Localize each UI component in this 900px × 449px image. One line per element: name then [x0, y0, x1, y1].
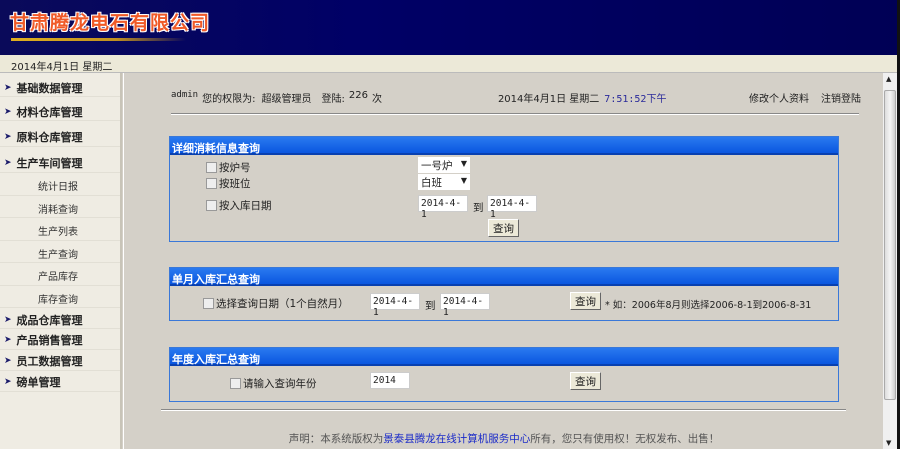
header-banner: 甘肃腾龙电石有限公司 — [0, 0, 900, 55]
detail-consumption-panel: 详细消耗信息查询 按炉号 按班位 按入库日期 一号炉 ▼ 白班 ▼ 2014-4-1… — [169, 136, 839, 242]
to-label: 到 — [425, 300, 436, 312]
current-time: 7:51:52下午 — [604, 94, 667, 105]
arrow-icon: ➤ — [4, 131, 12, 142]
sidebar-item-raw-warehouse[interactable]: ➤ 原料仓库管理 — [0, 121, 120, 147]
login-unit: 次 — [371, 94, 382, 105]
arrow-icon: ➤ — [4, 82, 12, 93]
checkbox[interactable] — [206, 178, 217, 189]
sidebar-item-finished-warehouse[interactable]: ➤ 成品仓库管理 — [0, 308, 120, 329]
sidebar-item-workshop[interactable]: ➤ 生产车间管理 — [0, 147, 120, 173]
checkbox[interactable] — [230, 378, 241, 389]
sidebar-sub-production-list[interactable]: 生产列表 — [0, 218, 120, 241]
scrollbar-thumb[interactable] — [884, 90, 896, 400]
by-date-checkbox[interactable]: 按入库日期 — [206, 198, 272, 213]
checkbox-label: 请输入查询年份 — [243, 378, 317, 390]
sidebar-item-material-warehouse[interactable]: ➤ 材料仓库管理 — [0, 97, 120, 121]
sidebar-sub-stock-query[interactable]: 库存查询 — [0, 286, 120, 308]
main-content: admin 您的权限为: 超级管理员 登陆: 226 次 2014年4月1日 星… — [123, 73, 883, 449]
user-info-bar: admin 您的权限为: 超级管理员 登陆: 226 次 2014年4月1日 星… — [171, 90, 861, 105]
date-bar: 2014年4月1日 星期二 — [0, 55, 900, 73]
sidebar-item-weigh-bill[interactable]: ➤ 磅单管理 — [0, 371, 120, 392]
arrow-icon: ➤ — [4, 356, 12, 366]
sidebar-sub-product-stock[interactable]: 产品库存 — [0, 263, 120, 286]
chevron-down-icon: ▼ — [460, 159, 467, 168]
year-checkbox[interactable]: 请输入查询年份 — [230, 376, 317, 391]
logout-link[interactable]: 注销登陆 — [821, 90, 861, 105]
month-to-input[interactable]: 2014-4-1 — [440, 293, 490, 318]
by-furnace-checkbox[interactable]: 按炉号 — [206, 160, 251, 175]
checkbox-label: 按入库日期 — [219, 200, 272, 212]
shift-select[interactable]: 白班 ▼ — [418, 174, 470, 190]
arrow-icon: ➤ — [4, 157, 12, 168]
sidebar-item-basic-data[interactable]: ➤ 基础数据管理 — [0, 73, 120, 97]
sidebar: ➤ 基础数据管理 ➤ 材料仓库管理 ➤ 原料仓库管理 ➤ 生产车间管理 统计日报 消耗查… — [0, 73, 122, 449]
company-logo: 甘肃腾龙电石有限公司 — [10, 12, 211, 34]
checkbox-label: 选择查询日期（1个自然月） — [216, 298, 349, 310]
sidebar-label: 员工数据管理 — [16, 355, 83, 368]
checkbox[interactable] — [203, 298, 214, 309]
query-button[interactable]: 查询 — [570, 292, 601, 310]
query-button[interactable]: 查询 — [488, 219, 519, 237]
date-from-input[interactable]: 2014-4-1 — [418, 195, 468, 220]
select-value: 一号炉 — [421, 160, 453, 172]
sidebar-label: 磅单管理 — [16, 376, 61, 389]
query-button[interactable]: 查询 — [570, 372, 601, 390]
checkbox[interactable] — [206, 200, 217, 211]
vertical-scrollbar[interactable]: ▲ ▼ — [883, 73, 897, 449]
sidebar-item-sales[interactable]: ➤ 产品销售管理 — [0, 329, 120, 350]
footer-prefix: 声明：本系统版权为 — [288, 433, 384, 445]
arrow-icon: ➤ — [4, 106, 12, 117]
by-shift-checkbox[interactable]: 按班位 — [206, 176, 251, 191]
divider — [171, 113, 859, 115]
monthly-summary-panel: 单月入库汇总查询 选择查询日期（1个自然月） 2014-4-1 到 2014-4… — [169, 267, 839, 321]
provider-link[interactable]: 景泰县腾龙在线计算机服务中心 — [383, 433, 530, 445]
panel-title: 单月入库汇总查询 — [170, 268, 838, 286]
hint-text: * 如：2006年8月则选择2006-8-1到2006-8-31 — [605, 300, 812, 311]
logo-underline — [11, 38, 186, 41]
sidebar-label: 产品销售管理 — [16, 334, 83, 347]
sidebar-label: 生产车间管理 — [16, 156, 83, 170]
annual-summary-panel: 年度入库汇总查询 请输入查询年份 2014 查询 — [169, 347, 839, 402]
chevron-down-icon: ▼ — [460, 176, 467, 185]
panel-title: 详细消耗信息查询 — [170, 137, 838, 155]
sidebar-label: 成品仓库管理 — [16, 314, 83, 327]
scroll-up-icon[interactable]: ▲ — [886, 75, 891, 83]
edit-profile-link[interactable]: 修改个人资料 — [749, 90, 809, 105]
checkbox[interactable] — [206, 162, 217, 173]
role: 超级管理员 — [261, 94, 312, 105]
current-date: 2014年4月1日 星期二 — [497, 94, 600, 105]
sidebar-label: 原料仓库管理 — [16, 130, 83, 144]
checkbox-label: 按班位 — [219, 178, 251, 190]
to-label: 到 — [473, 202, 484, 214]
date-range-checkbox[interactable]: 选择查询日期（1个自然月） — [203, 296, 349, 311]
date-to-input[interactable]: 2014-4-1 — [487, 195, 537, 220]
sidebar-sub-daily-report[interactable]: 统计日报 — [0, 173, 120, 196]
scroll-down-icon[interactable]: ▼ — [886, 439, 891, 447]
footer-notice: 声明：本系统版权为景泰县腾龙在线计算机服务中心所有，您只有使用权！无权发布、出售… — [124, 431, 884, 446]
divider — [161, 409, 846, 411]
footer-suffix: 所有，您只有使用权！无权发布、出售！ — [530, 433, 720, 445]
year-input[interactable]: 2014 — [370, 372, 410, 389]
arrow-icon: ➤ — [4, 377, 12, 387]
arrow-icon: ➤ — [4, 315, 12, 325]
checkbox-label: 按炉号 — [219, 162, 251, 174]
sidebar-item-staff[interactable]: ➤ 员工数据管理 — [0, 350, 120, 371]
login-label: 登陆: — [321, 94, 345, 105]
sidebar-label: 基础数据管理 — [16, 81, 83, 95]
sidebar-label: 材料仓库管理 — [16, 105, 83, 119]
panel-title: 年度入库汇总查询 — [170, 348, 838, 366]
sidebar-sub-consumption-query[interactable]: 消耗查询 — [0, 196, 120, 218]
furnace-select[interactable]: 一号炉 ▼ — [418, 157, 470, 173]
select-value: 白班 — [421, 177, 442, 189]
sidebar-sub-production-query[interactable]: 生产查询 — [0, 241, 120, 263]
arrow-icon: ➤ — [4, 335, 12, 345]
perm-label: 您的权限为: — [202, 94, 256, 105]
username: admin — [171, 90, 199, 100]
login-count: 226 — [348, 90, 368, 101]
month-from-input[interactable]: 2014-4-1 — [370, 293, 420, 318]
